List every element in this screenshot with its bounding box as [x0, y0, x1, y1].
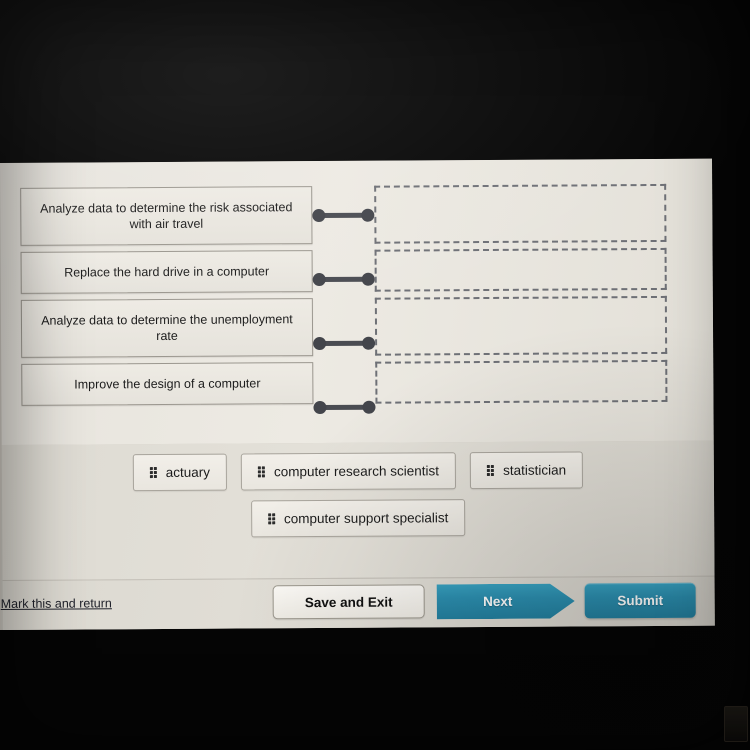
prompt-box-2: Replace the hard drive in a computer — [20, 250, 313, 294]
connector-dot-right — [361, 208, 375, 222]
dropzone-3[interactable] — [374, 295, 668, 356]
token-row-1: actuary computer research scientist stat… — [132, 451, 584, 492]
drag-grip-icon — [257, 465, 266, 478]
token-label: actuary — [165, 464, 211, 480]
connector-bar — [318, 340, 371, 347]
connector-dot-right — [362, 400, 376, 414]
connector-dot-right — [362, 336, 376, 350]
token-actuary[interactable]: actuary — [132, 453, 228, 492]
token-statistician[interactable]: statistician — [469, 451, 584, 490]
token-computer-research-scientist[interactable]: computer research scientist — [240, 452, 457, 491]
connector-3 — [313, 336, 376, 351]
prompt-label-1: Analyze data to determine the risk assoc… — [40, 200, 293, 232]
connector-4 — [313, 400, 376, 415]
matching-question-area: Analyze data to determine the risk assoc… — [0, 158, 714, 445]
prompt-column: Analyze data to determine the risk assoc… — [20, 186, 314, 412]
token-label: computer support specialist — [283, 510, 449, 527]
connector-bar — [318, 404, 371, 411]
prompt-label-2: Replace the hard drive in a computer — [64, 264, 270, 280]
prompt-box-1: Analyze data to determine the risk assoc… — [20, 186, 313, 246]
dropzone-2[interactable] — [374, 247, 667, 292]
connector-2 — [312, 272, 375, 287]
drag-grip-icon — [487, 464, 495, 476]
connector-bar — [317, 276, 370, 283]
action-bar: Mark this and return Save and Exit Next … — [1, 575, 715, 630]
answer-token-tray: actuary computer research scientist stat… — [1, 440, 715, 580]
drag-grip-icon — [149, 466, 157, 479]
connector-dot-left — [312, 272, 326, 287]
token-computer-support-specialist[interactable]: computer support specialist — [250, 499, 466, 538]
connector-dot-left — [312, 208, 326, 223]
next-button[interactable]: Next — [437, 583, 575, 619]
prompt-label-3: Analyze data to determine the unemployme… — [41, 312, 293, 344]
screen-surface: Analyze data to determine the risk assoc… — [0, 158, 715, 630]
dropzone-4[interactable] — [375, 359, 668, 404]
dropzone-1[interactable] — [374, 183, 667, 244]
connector-dot-left — [313, 336, 327, 351]
drag-grip-icon — [267, 512, 276, 525]
save-and-exit-button[interactable]: Save and Exit — [272, 584, 425, 620]
token-row-2: computer support specialist — [250, 499, 466, 538]
photo-of-screen: Analyze data to determine the risk assoc… — [0, 0, 750, 750]
token-label: statistician — [502, 462, 567, 478]
corner-artifact — [724, 706, 748, 742]
connector-dot-right — [361, 272, 375, 286]
dropzone-column — [374, 183, 668, 410]
connector-dot-left — [313, 400, 327, 415]
connector-1 — [312, 208, 375, 223]
submit-button[interactable]: Submit — [584, 582, 696, 619]
prompt-label-4: Improve the design of a computer — [74, 376, 261, 392]
prompt-box-4: Improve the design of a computer — [21, 362, 314, 406]
connector-bar — [317, 212, 370, 219]
mark-this-and-return-link[interactable]: Mark this and return — [1, 596, 112, 611]
token-label: computer research scientist — [273, 463, 440, 480]
prompt-box-3: Analyze data to determine the unemployme… — [20, 298, 314, 358]
